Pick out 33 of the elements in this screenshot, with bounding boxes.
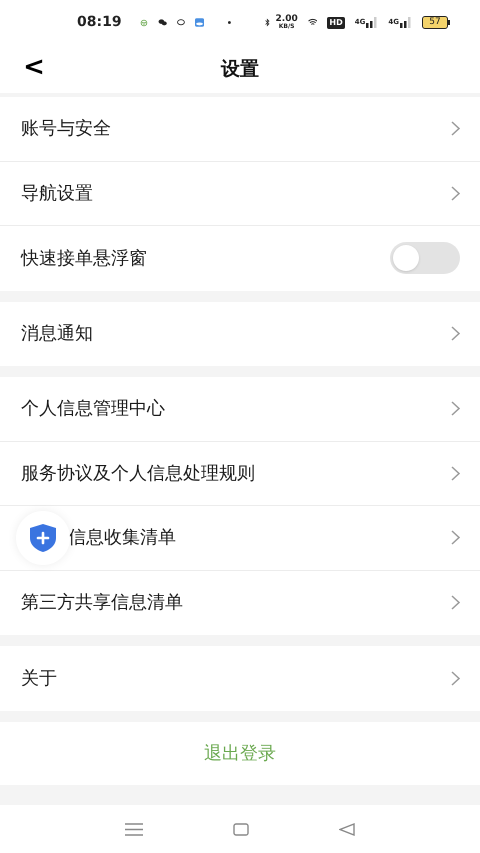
settings-row[interactable]: 账号与安全	[0, 97, 480, 162]
chevron-right-icon	[451, 595, 460, 610]
back-icon[interactable]	[339, 822, 355, 836]
chevron-right-icon	[451, 530, 460, 546]
home-icon[interactable]	[233, 822, 249, 836]
settings-row[interactable]: 个人信息管理中心	[0, 377, 480, 442]
network-speed: 2.00	[276, 15, 298, 24]
chevron-right-icon	[451, 186, 460, 201]
shield-plus-icon	[29, 523, 57, 553]
settings-row[interactable]: 快速接单悬浮窗	[0, 226, 480, 290]
signal-icon	[366, 17, 378, 28]
hd-badge: HD	[327, 16, 345, 28]
settings-row[interactable]: 信息收集清单	[0, 506, 480, 570]
chevron-right-icon	[451, 326, 460, 342]
weather-icon	[195, 15, 204, 30]
menu-icon[interactable]	[125, 822, 143, 836]
chevron-right-icon	[451, 466, 460, 481]
toggle-switch[interactable]	[390, 242, 460, 274]
chevron-right-icon	[451, 121, 460, 136]
settings-row[interactable]: 第三方共享信息清单	[0, 570, 480, 635]
settings-row[interactable]: 关于	[0, 646, 480, 710]
page-title: 设置	[221, 56, 259, 82]
settings-row[interactable]: 消息通知	[0, 302, 480, 366]
settings-row[interactable]: 服务协议及个人信息处理规则	[0, 442, 480, 506]
bluetooth-icon	[265, 16, 270, 29]
chevron-right-icon	[451, 670, 460, 686]
status-time: 08:19	[77, 13, 122, 32]
battery-indicator: 57	[422, 16, 448, 29]
settings-row[interactable]: 导航设置	[0, 162, 480, 226]
dot-icon	[228, 20, 231, 25]
chevron-right-icon	[451, 401, 460, 416]
signal-icon	[400, 17, 412, 28]
back-button[interactable]: <	[22, 51, 46, 83]
